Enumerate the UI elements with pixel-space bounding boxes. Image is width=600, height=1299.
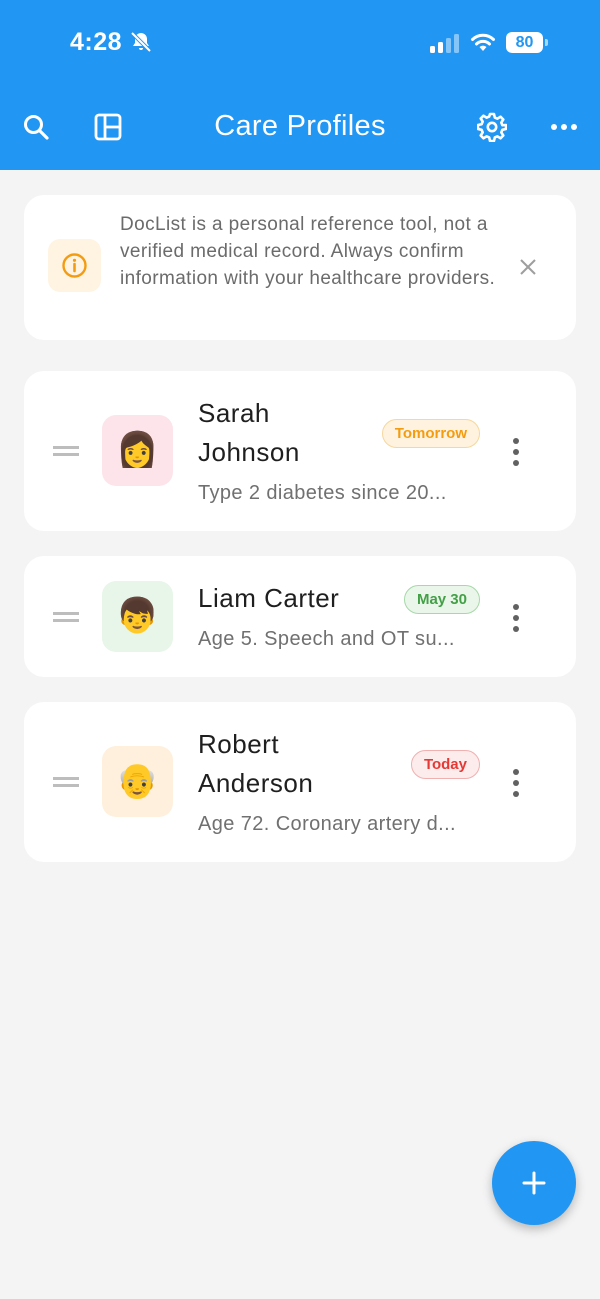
page-title: Care Profiles xyxy=(214,110,386,142)
more-vertical-icon[interactable] xyxy=(510,438,522,466)
avatar: 👩 xyxy=(102,415,173,486)
profile-card[interactable]: 👦 Liam Carter May 30 Age 5. Speech and O… xyxy=(24,556,576,677)
drag-handle-icon[interactable] xyxy=(53,777,79,787)
plus-icon xyxy=(522,1171,546,1195)
battery-level: 80 xyxy=(506,32,543,53)
more-horizontal-icon[interactable] xyxy=(549,112,579,142)
wifi-icon xyxy=(470,31,496,53)
avatar: 👦 xyxy=(102,581,173,652)
bell-muted-icon xyxy=(129,30,153,54)
disclaimer-banner: DocList is a personal reference tool, no… xyxy=(24,195,576,340)
add-profile-button[interactable] xyxy=(492,1141,576,1225)
battery-icon: 80 xyxy=(506,32,548,54)
more-vertical-icon[interactable] xyxy=(510,604,522,632)
info-icon xyxy=(48,239,101,292)
profile-name: Robert Anderson xyxy=(198,729,314,798)
profile-description: Type 2 diabetes since 20... xyxy=(198,482,447,504)
appointment-badge: Tomorrow xyxy=(381,419,480,448)
more-vertical-icon[interactable] xyxy=(510,769,522,797)
drag-handle-icon[interactable] xyxy=(53,612,79,622)
app-bar: 4:28 80 Care Profiles xyxy=(0,0,600,170)
status-bar: 4:28 80 xyxy=(0,0,600,86)
avatar: 👴 xyxy=(102,746,173,817)
cellular-signal-icon xyxy=(430,33,460,53)
drag-handle-icon[interactable] xyxy=(53,446,79,456)
profile-card[interactable]: 👩 Sarah Johnson Tomorrow Type 2 diabetes… xyxy=(24,371,576,531)
profile-description: Age 5. Speech and OT su... xyxy=(198,628,455,650)
profile-description: Age 72. Coronary artery d... xyxy=(198,813,456,835)
profile-name: Sarah Johnson xyxy=(198,398,300,467)
profile-card[interactable]: 👴 Robert Anderson Today Age 72. Coronary… xyxy=(24,702,576,862)
appointment-badge: May 30 xyxy=(403,585,480,614)
profile-name: Liam Carter xyxy=(198,583,340,613)
gear-icon[interactable] xyxy=(477,112,507,142)
layout-icon[interactable] xyxy=(93,112,123,142)
search-icon[interactable] xyxy=(21,112,51,142)
close-icon[interactable] xyxy=(516,255,540,279)
appointment-badge: Today xyxy=(410,750,480,779)
status-time: 4:28 xyxy=(70,28,123,56)
disclaimer-text: DocList is a personal reference tool, no… xyxy=(120,214,496,289)
